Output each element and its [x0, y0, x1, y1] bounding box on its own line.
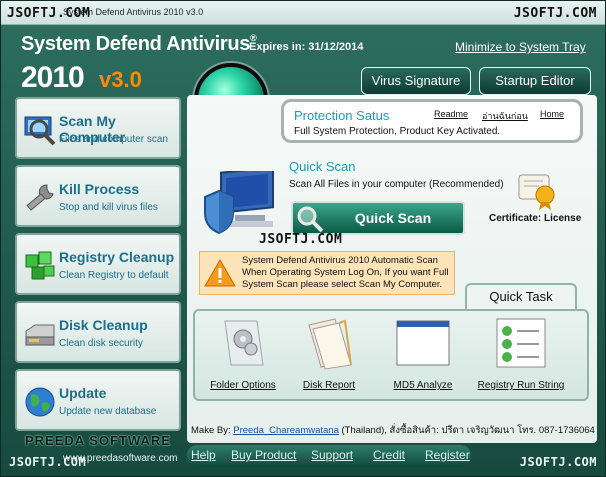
certificate-icon	[518, 174, 555, 210]
warning-text: System Defend Antivirus 2010 Automatic S…	[242, 255, 449, 290]
quick-scan-button[interactable]: Quick Scan	[291, 201, 465, 235]
disk-drive-icon	[25, 324, 55, 346]
disk-report-icon	[308, 318, 352, 370]
certificate-label: Certificate: License	[489, 213, 582, 224]
quick-task-label: Folder Options	[210, 380, 276, 391]
magnifier-icon	[297, 206, 324, 233]
footer-nav: Help Buy Product Support Credit Register	[187, 445, 471, 467]
quick-task-panel: Folder Options Disk Report MD5 Analyze R…	[193, 309, 589, 401]
quick-task-label: MD5 Analyze	[393, 380, 453, 391]
sidebar-item-title: Disk Cleanup	[59, 317, 148, 333]
globe-icon	[25, 387, 55, 417]
register-link[interactable]: Register	[425, 448, 470, 462]
quick-scan-button-label: Quick Scan	[354, 210, 432, 226]
contact-info: (Thailand), สั่งซื้อสินค้า: ปรีดา เจริญว…	[338, 425, 595, 436]
product-version: v3.0	[99, 67, 142, 92]
app-window: System Defend Antivirus 2010 v3.0 JSOFTJ…	[0, 0, 606, 477]
watermark: JSOFTJ.COM	[519, 455, 597, 469]
sidebar-item-subtitle: Clean disk security	[59, 338, 143, 349]
auto-scan-warning: System Defend Antivirus 2010 Automatic S…	[199, 251, 455, 295]
sidebar-item-subtitle: Files and computer scan	[59, 134, 168, 145]
sidebar-item-title: Registry Cleanup	[59, 249, 175, 265]
readme-thai-link[interactable]: อ่านฉันก่อน	[482, 109, 528, 123]
author-link[interactable]: Preeda_Chareamwatana	[233, 425, 339, 436]
protection-status-text: Full System Protection, Product Key Acti…	[294, 126, 501, 137]
support-link[interactable]: Support	[311, 448, 353, 462]
registry-run-string-task[interactable]: Registry Run String	[473, 317, 569, 391]
main-area: Protection Satus Readme อ่านฉันก่อน Home…	[189, 97, 595, 443]
md5-window-icon	[396, 320, 450, 366]
warning-icon	[204, 258, 236, 287]
disk-report-task[interactable]: Disk Report	[283, 317, 375, 391]
md5-analyze-task[interactable]: MD5 Analyze	[377, 317, 469, 391]
quick-scan-title: Quick Scan	[289, 159, 356, 174]
tab-quick-task[interactable]: Quick Task	[465, 283, 577, 309]
watermark: JSOFTJ.COM	[7, 6, 91, 21]
minimize-to-tray-link[interactable]: Minimize to System Tray	[455, 40, 586, 54]
quick-task-label: Registry Run String	[477, 380, 565, 391]
magnifier-monitor-icon	[24, 116, 56, 146]
virus-signature-button[interactable]: Virus Signature	[361, 67, 471, 95]
readme-link[interactable]: Readme	[434, 109, 468, 119]
sidebar-item-title: Update	[59, 385, 107, 401]
make-by-label: Make By:	[191, 425, 231, 436]
sidebar-item-title: Kill Process	[59, 181, 140, 197]
sidebar-item-update[interactable]: Update Update new database	[15, 369, 181, 431]
publisher-logo: PREEDA SOFTWARE	[25, 433, 171, 448]
protection-status-box: Protection Satus Readme อ่านฉันก่อน Home…	[281, 99, 583, 143]
sidebar-item-subtitle: Clean Registry to default	[59, 270, 169, 281]
help-link[interactable]: Help	[191, 448, 216, 462]
watermark: JSOFTJ.COM	[513, 6, 597, 21]
product-year: 2010	[21, 61, 85, 94]
sidebar-item-registry-cleanup[interactable]: Registry Cleanup Clean Registry to defau…	[15, 233, 181, 295]
app-name: System Defend Antivirus®	[21, 33, 257, 55]
expiry-label: Expires in: 31/12/2014	[249, 41, 364, 53]
protection-status-title: Protection Satus	[294, 108, 390, 123]
folder-options-task[interactable]: Folder Options	[197, 317, 289, 391]
folder-options-icon	[224, 320, 264, 366]
sidebar-item-disk-cleanup[interactable]: Disk Cleanup Clean disk security	[15, 301, 181, 363]
wrench-icon	[26, 184, 54, 211]
registry-cubes-icon	[25, 251, 55, 280]
sidebar-item-subtitle: Update new database	[59, 406, 157, 417]
credits-line: Make By: Preeda_Chareamwatana (Thailand)…	[191, 423, 595, 438]
title-bar: System Defend Antivirus 2010 v3.0 JSOFTJ…	[1, 1, 605, 25]
sidebar-item-scan-my-computer[interactable]: Scan My Computer Files and computer scan	[15, 97, 181, 159]
startup-editor-button[interactable]: Startup Editor	[479, 67, 591, 95]
sidebar-item-subtitle: Stop and kill virus files	[59, 202, 158, 213]
credit-link[interactable]: Credit	[373, 448, 405, 462]
home-link[interactable]: Home	[540, 109, 564, 119]
checklist-icon	[496, 318, 546, 368]
quick-scan-subtitle: Scan All Files in your computer (Recomme…	[289, 179, 504, 190]
buy-product-link[interactable]: Buy Product	[231, 448, 296, 462]
watermark: JSOFTJ.COM	[259, 232, 343, 247]
quick-task-label: Disk Report	[302, 380, 356, 391]
sidebar-item-kill-process[interactable]: Kill Process Stop and kill virus files	[15, 165, 181, 227]
watermark: JSOFTJ.COM	[9, 455, 87, 469]
